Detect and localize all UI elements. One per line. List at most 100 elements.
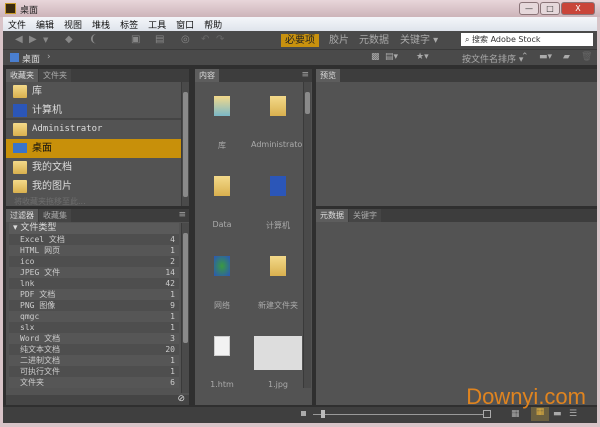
favorite-my-documents[interactable]: 我的文档 bbox=[6, 158, 181, 177]
tab-collections[interactable]: 收藏集 bbox=[39, 209, 71, 222]
filter-scrollbar[interactable] bbox=[181, 223, 189, 393]
tab-keywords[interactable]: 关键字 bbox=[349, 209, 381, 222]
content-panel: 内容 ≡ 库 Administrator Data 计算机 网络 新建文件夹 1.htm 1.j… bbox=[195, 69, 312, 405]
filter-row[interactable]: HTML 网页 1 bbox=[9, 245, 179, 256]
content-item[interactable]: Data bbox=[195, 170, 249, 230]
filter-row[interactable]: PDF 文档 1 bbox=[9, 289, 179, 300]
filter-row[interactable]: Excel 文档 4 bbox=[9, 234, 179, 245]
item-label: 1.htm bbox=[210, 380, 234, 389]
favorite-computer[interactable]: 计算机 bbox=[6, 101, 181, 120]
rotate-right-icon[interactable]: ↷ bbox=[216, 34, 224, 45]
filter-row[interactable]: lnk 42 bbox=[9, 278, 179, 289]
maximize-button[interactable]: □ bbox=[540, 2, 560, 15]
filter-row[interactable]: Word 文档 3 bbox=[9, 333, 179, 344]
recent-dropdown-icon[interactable]: ▼ bbox=[43, 36, 48, 44]
content-item[interactable]: 1.jpg bbox=[251, 330, 305, 390]
refine-icon[interactable]: ▤ bbox=[155, 34, 164, 45]
filter-count: 3 bbox=[170, 334, 175, 343]
filter-row[interactable]: 纯文本文档 20 bbox=[9, 344, 179, 355]
camera-import-icon[interactable]: ▣ bbox=[131, 34, 140, 45]
rotate-left-icon[interactable]: ↶ bbox=[201, 34, 209, 45]
filter-count: 6 bbox=[170, 378, 175, 387]
item-label: Administrator bbox=[251, 140, 306, 149]
favorite-desktop[interactable]: 桌面 bbox=[6, 139, 181, 158]
filter-label: 文件夹 bbox=[20, 378, 44, 387]
delete-icon[interactable]: 🗑 bbox=[581, 52, 592, 62]
filter-row[interactable]: PNG 图像 9 bbox=[9, 300, 179, 311]
forward-icon[interactable]: ▶ bbox=[29, 34, 37, 45]
view-list-icon[interactable]: ☰ bbox=[569, 409, 577, 419]
content-item[interactable]: 计算机 bbox=[251, 170, 305, 230]
content-item[interactable]: 新建文件夹 bbox=[251, 250, 305, 310]
favorite-administrator[interactable]: Administrator bbox=[6, 120, 181, 139]
filter-group-file-type[interactable]: ▾ 文件类型 bbox=[9, 223, 179, 234]
menu-edit[interactable]: 编辑 bbox=[31, 17, 59, 32]
menu-label[interactable]: 标签 bbox=[115, 17, 143, 32]
boomerang-icon[interactable]: ❨ bbox=[89, 34, 97, 45]
item-label: 1.jpg bbox=[267, 380, 288, 389]
panel-menu-icon[interactable]: ≡ bbox=[178, 210, 186, 220]
content-item[interactable]: Administrator bbox=[251, 90, 306, 150]
menu-file[interactable]: 文件 bbox=[3, 17, 31, 32]
favorite-my-pictures[interactable]: 我的图片 bbox=[6, 177, 181, 196]
go-parent-icon[interactable]: ◆ bbox=[65, 34, 73, 45]
clear-filter-icon[interactable]: ⊘ bbox=[177, 394, 185, 404]
close-button[interactable]: X bbox=[561, 2, 595, 15]
folder-icon bbox=[13, 123, 27, 136]
title-bar: 桌面 — □ X bbox=[0, 0, 600, 17]
content-item[interactable]: 1.htm bbox=[195, 330, 249, 390]
new-folder-icon[interactable]: ▰ bbox=[563, 52, 570, 62]
filter-label: 二进制文档 bbox=[20, 356, 60, 365]
favorites-drop-hint: 将收藏夹拖移至此... bbox=[14, 197, 86, 206]
sort-ascending-icon[interactable]: ⌃ bbox=[521, 52, 529, 62]
slider-handle[interactable] bbox=[321, 410, 325, 418]
view-details-icon[interactable]: ▬ bbox=[553, 409, 562, 419]
rating-filter-icon[interactable]: ★▾ bbox=[416, 52, 429, 62]
filter-row[interactable]: slx 1 bbox=[9, 322, 179, 333]
lock-grid-icon[interactable]: ▦ bbox=[511, 409, 520, 419]
menu-view[interactable]: 视图 bbox=[59, 17, 87, 32]
tab-folders[interactable]: 文件夹 bbox=[39, 69, 71, 82]
sort-dropdown[interactable]: 按文件名排序 ▾ bbox=[462, 52, 523, 65]
thumbnail-size-slider[interactable] bbox=[313, 410, 483, 418]
review-mode-icon[interactable]: ▤▾ bbox=[385, 52, 398, 62]
breadcrumb-chevron[interactable]: › bbox=[47, 52, 51, 62]
workspace-filmstrip[interactable]: 胶片 bbox=[325, 34, 353, 47]
content-scrollbar[interactable] bbox=[303, 82, 311, 388]
breadcrumb-desktop[interactable]: 桌面 bbox=[22, 52, 40, 65]
content-item[interactable]: 库 bbox=[195, 90, 249, 150]
tab-favorites[interactable]: 收藏夹 bbox=[6, 69, 38, 82]
menu-help[interactable]: 帮助 bbox=[199, 17, 227, 32]
open-recent-icon[interactable]: ◎ bbox=[181, 34, 190, 45]
thumbnail-quality-icon[interactable]: ▩ bbox=[371, 52, 380, 62]
item-label: 库 bbox=[218, 141, 226, 150]
tab-preview[interactable]: 预览 bbox=[316, 69, 340, 82]
panel-menu-icon[interactable]: ≡ bbox=[301, 70, 309, 80]
favorites-scrollbar[interactable] bbox=[181, 82, 189, 206]
content-item[interactable]: 网络 bbox=[195, 250, 249, 310]
filter-row[interactable]: qmgc 1 bbox=[9, 311, 179, 322]
workspace-essentials[interactable]: 必要项 bbox=[281, 34, 319, 47]
filter-row[interactable]: 二进制文档 1 bbox=[9, 355, 179, 366]
menu-tools[interactable]: 工具 bbox=[143, 17, 171, 32]
menu-window[interactable]: 窗口 bbox=[171, 17, 199, 32]
filter-row[interactable]: 可执行文件 1 bbox=[9, 366, 179, 377]
filter-label: lnk bbox=[20, 279, 35, 288]
open-folder-icon[interactable]: ▬▾ bbox=[539, 52, 552, 62]
tab-filter[interactable]: 过滤器 bbox=[6, 209, 38, 222]
tab-metadata[interactable]: 元数据 bbox=[316, 209, 348, 222]
workspace-keywords[interactable]: 关键字 ▾ bbox=[396, 34, 442, 47]
search-input[interactable]: ⌕ 搜索 Adobe Stock bbox=[461, 33, 593, 46]
workspace-metadata[interactable]: 元数据 bbox=[355, 34, 393, 47]
watermark: Downyi.com bbox=[466, 384, 586, 409]
minimize-button[interactable]: — bbox=[519, 2, 539, 15]
menu-stack[interactable]: 堆栈 bbox=[87, 17, 115, 32]
filter-row[interactable]: ico 2 bbox=[9, 256, 179, 267]
back-icon[interactable]: ◀ bbox=[15, 34, 23, 45]
filter-row[interactable]: 文件夹 6 bbox=[9, 377, 179, 388]
tab-content[interactable]: 内容 bbox=[195, 69, 219, 82]
favorite-library[interactable]: 库 bbox=[6, 82, 181, 101]
library-icon bbox=[13, 85, 27, 98]
filter-row[interactable]: JPEG 文件 14 bbox=[9, 267, 179, 278]
filter-label: Word 文档 bbox=[20, 334, 61, 343]
